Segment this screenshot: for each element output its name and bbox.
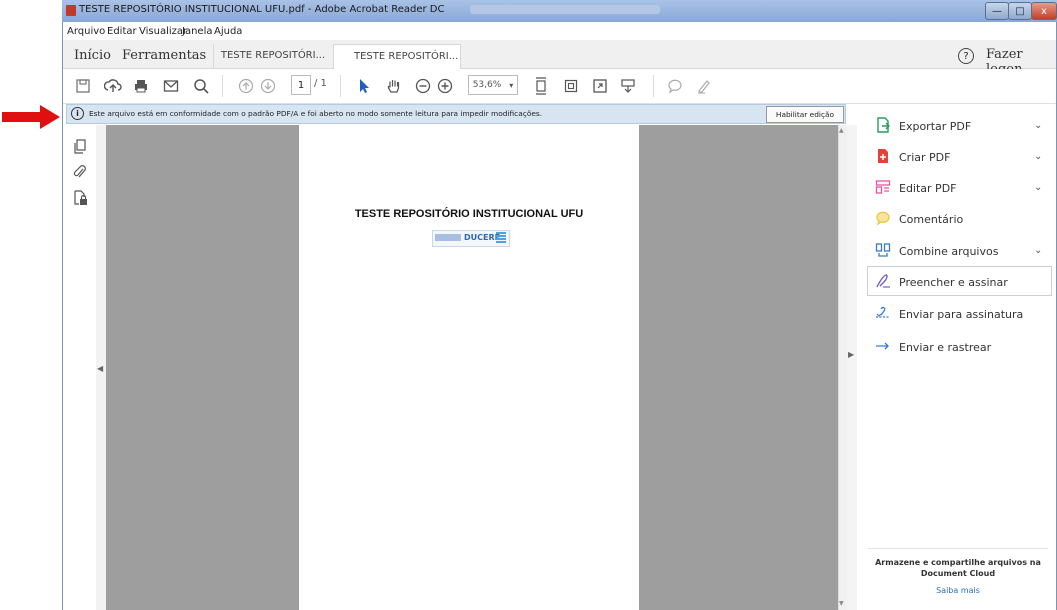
close-window-button[interactable]: x (1031, 2, 1057, 20)
comment-label[interactable]: Comentário (899, 213, 963, 226)
toolbar-separator (222, 75, 223, 97)
export-pdf-icon (875, 117, 891, 133)
tab-bar (63, 40, 1056, 69)
chevron-down-icon[interactable]: ⌄ (1034, 182, 1042, 193)
page-total: / 1 (314, 78, 327, 89)
scroll-up-icon[interactable]: ▲ (839, 127, 844, 134)
document-title: TESTE REPOSITÓRIO INSTITUCIONAL UFU (354, 208, 584, 220)
chevron-down-icon[interactable]: ⌄ (1034, 245, 1042, 256)
info-icon: i (71, 107, 84, 120)
logo-graphic (435, 234, 461, 241)
page-number-input[interactable]: 1 (291, 75, 311, 95)
print-icon[interactable] (131, 76, 151, 96)
combine-files-label[interactable]: Combine arquivos (899, 245, 998, 258)
document-tab-active[interactable]: TESTE REPOSITÓRI... × (333, 44, 461, 86)
chevron-down-icon[interactable]: ⌄ (1034, 120, 1042, 131)
document-tab[interactable]: TESTE REPOSITÓRI... (213, 44, 332, 68)
toolbar-separator (340, 75, 341, 97)
learn-more-link[interactable]: Saiba mais (868, 586, 1048, 595)
export-pdf-label[interactable]: Exportar PDF (899, 120, 971, 133)
search-icon[interactable] (191, 76, 211, 96)
divider (868, 548, 1048, 549)
chevron-down-icon[interactable]: ⌄ (1034, 151, 1042, 162)
send-track-label[interactable]: Enviar e rastrear (899, 341, 991, 354)
maximize-button[interactable]: □ (1008, 2, 1032, 20)
fill-sign-label[interactable]: Preencher e assinar (899, 276, 1008, 289)
create-pdf-label[interactable]: Criar PDF (899, 151, 950, 164)
fill-sign-icon (875, 273, 891, 289)
info-message: Este arquivo está em conformidade com o … (89, 109, 543, 118)
security-lock-icon[interactable] (71, 189, 89, 207)
comment-tool-icon (875, 210, 891, 226)
tab-home[interactable]: Início (74, 48, 111, 63)
scroll-mode-icon[interactable] (561, 76, 581, 96)
edit-pdf-label[interactable]: Editar PDF (899, 182, 957, 195)
save-icon[interactable] (73, 76, 93, 96)
tab-tools[interactable]: Ferramentas (122, 48, 206, 63)
pdf-page[interactable] (299, 125, 639, 610)
comment-icon[interactable] (665, 76, 685, 96)
toolbar-separator (653, 75, 654, 97)
menu-ajuda[interactable]: Ajuda (214, 26, 242, 37)
select-cursor-icon[interactable] (354, 76, 374, 96)
combine-files-icon (875, 242, 891, 258)
menu-editar[interactable]: Editar (107, 26, 137, 37)
edit-pdf-icon (875, 179, 891, 195)
acrobat-app-icon (66, 5, 76, 16)
logo-bars-icon (496, 232, 506, 243)
send-signature-icon (875, 305, 891, 321)
logo-text: DUCERE (464, 233, 501, 242)
fullscreen-icon[interactable] (590, 76, 610, 96)
help-icon[interactable]: ? (958, 48, 974, 64)
toolbar (63, 69, 1056, 104)
fit-page-icon[interactable] (531, 76, 551, 96)
prev-page-icon[interactable] (236, 76, 256, 96)
upload-icon[interactable] (103, 76, 123, 96)
chevron-left-icon[interactable]: ◀ (97, 364, 103, 373)
blurred-title-text (470, 5, 660, 14)
enable-editing-button[interactable]: Habilitar edição (766, 106, 844, 123)
chevron-down-icon: ▾ (509, 80, 514, 90)
document-tab-label: TESTE REPOSITÓRI... (354, 51, 459, 62)
document-cloud-promo: Armazene e compartilhe arquivos na Docum… (875, 558, 1041, 578)
attachment-icon[interactable] (71, 163, 89, 181)
zoom-value: 53,6% (472, 80, 502, 90)
minimize-button[interactable]: — (985, 2, 1009, 20)
email-icon[interactable] (161, 76, 181, 96)
red-annotation-arrow-icon (2, 105, 60, 129)
hand-icon[interactable] (384, 76, 404, 96)
create-pdf-icon (875, 148, 891, 164)
window-title: TESTE REPOSITÓRIO INSTITUCIONAL UFU.pdf … (79, 4, 445, 15)
send-track-icon (875, 338, 891, 354)
menu-visualizar[interactable]: Visualizar (139, 26, 187, 37)
zoom-out-icon[interactable] (413, 76, 433, 96)
zoom-in-icon[interactable] (435, 76, 455, 96)
send-signature-label[interactable]: Enviar para assinatura (899, 308, 1023, 321)
next-page-icon[interactable] (258, 76, 278, 96)
sign-icon[interactable] (694, 76, 714, 96)
scroll-down-icon[interactable]: ▼ (839, 600, 844, 607)
zoom-dropdown[interactable]: 53,6% ▾ (468, 75, 518, 95)
read-mode-icon[interactable] (618, 76, 638, 96)
menu-arquivo[interactable]: Arquivo (67, 26, 105, 37)
page-thumbnails-icon[interactable] (71, 138, 89, 156)
chevron-right-icon[interactable]: ▶ (848, 350, 854, 359)
menu-janela[interactable]: Janela (182, 26, 212, 37)
